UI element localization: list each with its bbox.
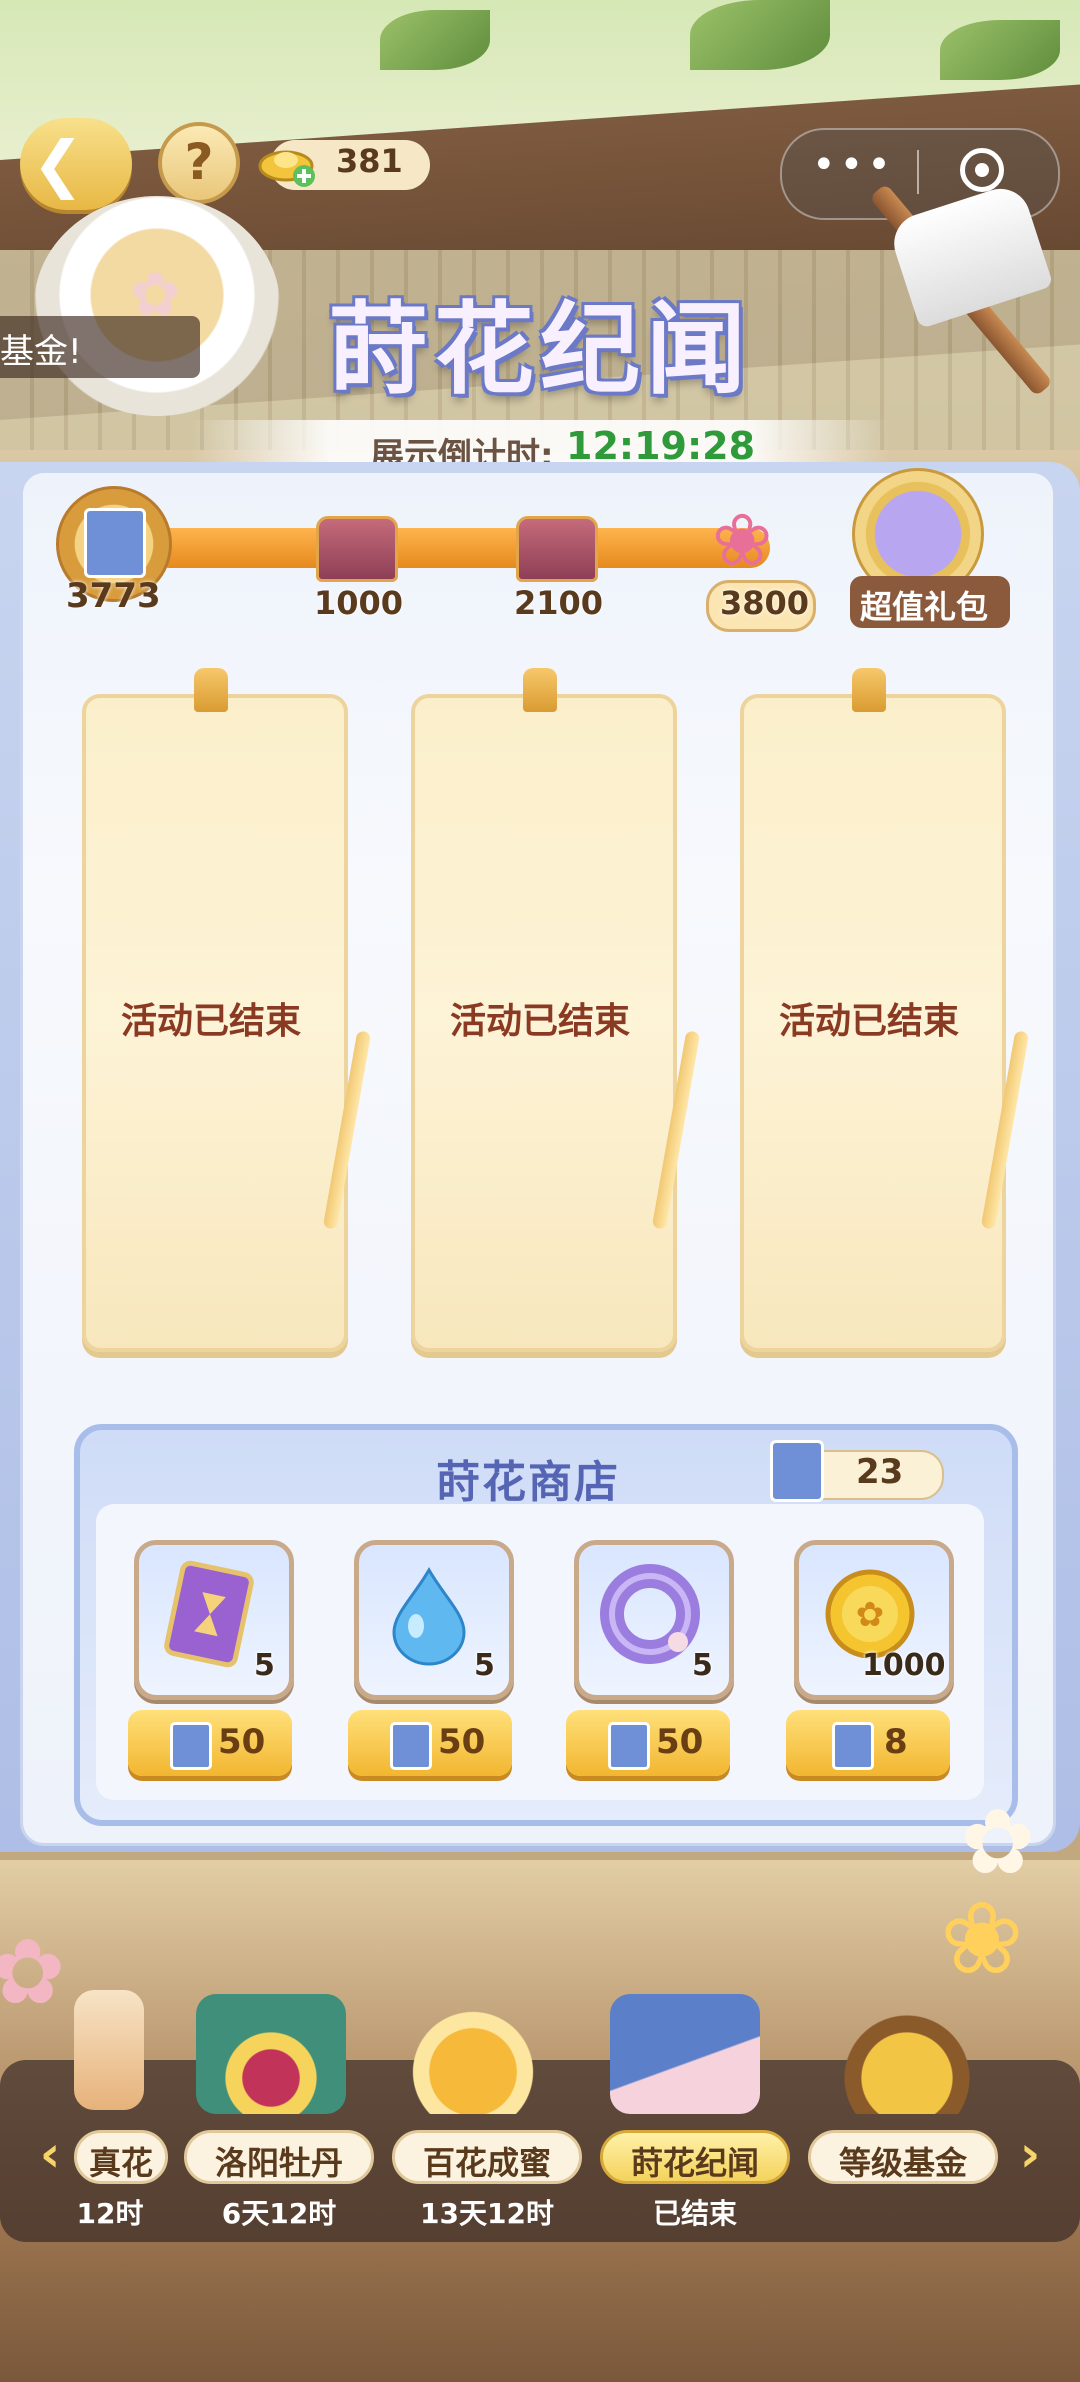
nav-tab-label: 洛阳牡丹 — [214, 2144, 343, 2182]
gold-ingot-add-icon[interactable] — [258, 140, 318, 188]
book-currency-icon — [770, 1440, 824, 1502]
item-quantity: 5 — [474, 1648, 495, 1683]
capsule-divider — [917, 150, 919, 194]
flower-decoration: ❀ — [940, 1880, 1024, 1997]
card-status-text: 活动已结束 — [120, 1001, 301, 1042]
nav-left-arrow-icon[interactable]: ‹ — [32, 2124, 68, 2184]
peony-pavilion-art — [196, 1994, 346, 2114]
progress-fill — [150, 528, 770, 568]
points-count: 3773 — [66, 576, 161, 616]
item-price: 50 — [438, 1722, 486, 1762]
shop-title: 莳花商店 — [436, 1457, 620, 1508]
item-price: 50 — [656, 1722, 704, 1762]
item-price: 50 — [218, 1722, 266, 1762]
nav-tab-timer: 6天12时 — [221, 2197, 337, 2230]
water-drop-icon — [392, 1566, 466, 1666]
card-clip-icon — [523, 668, 557, 712]
more-menu-icon[interactable]: ••• — [812, 142, 895, 188]
item-quantity: 5 — [254, 1648, 275, 1683]
item-quantity: 5 — [692, 1648, 713, 1683]
card-clip-icon — [852, 668, 886, 712]
honey-jar-art — [398, 1994, 548, 2114]
coin-treasure-art — [832, 1994, 982, 2114]
book-currency-icon — [832, 1722, 874, 1770]
card-status-text: 活动已结束 — [449, 1001, 630, 1042]
book-currency-icon — [390, 1722, 432, 1770]
book-brush-art — [610, 1994, 760, 2114]
leaf-decoration — [940, 20, 1060, 80]
milestone-value: 1000 — [314, 584, 404, 622]
nav-tab-timer: 已结束 — [652, 2197, 737, 2230]
purple-ring-icon — [600, 1564, 700, 1664]
milestone-value: 3800 — [720, 584, 810, 622]
item-quantity: 1000 — [862, 1648, 946, 1683]
svg-text:✿: ✿ — [856, 1595, 885, 1635]
book-currency-icon — [608, 1722, 650, 1770]
treasure-chest-icon[interactable] — [316, 516, 398, 582]
nav-tab-label: 百花成蜜 — [422, 2144, 551, 2182]
nav-tab-label: 真花 — [88, 2144, 153, 2182]
card-status-text: 活动已结束 — [778, 1001, 959, 1042]
book-currency-icon — [170, 1722, 212, 1770]
close-target-icon[interactable] — [960, 148, 1004, 192]
event-art — [74, 1990, 144, 2110]
gift-pack-label[interactable]: 超值礼包 — [860, 582, 988, 628]
milestone-value: 2100 — [514, 584, 604, 622]
coin-count: 381 — [336, 142, 403, 180]
nav-right-arrow-icon[interactable]: › — [1012, 2124, 1048, 2184]
nav-tab-label: 莳花纪闻 — [630, 2144, 759, 2182]
book-icon — [84, 508, 146, 578]
flower-pot-icon[interactable]: ❀ — [712, 498, 772, 582]
nav-tab-timer: 12时 — [76, 2197, 144, 2230]
page-title: 莳花纪闻 — [328, 291, 752, 408]
card-clip-icon — [194, 668, 228, 712]
hourglass-card-icon — [164, 1560, 254, 1668]
nav-tab-timer: 13天12时 — [420, 2197, 554, 2230]
treasure-chest-icon[interactable] — [516, 516, 598, 582]
shop-balance: 23 — [856, 1452, 904, 1492]
ticker-text: 基金! — [0, 332, 82, 372]
nav-tab-label: 等级基金 — [838, 2144, 967, 2182]
flower-decoration: ✿ — [0, 1920, 66, 2025]
leaf-decoration — [380, 10, 490, 70]
item-price: 8 — [884, 1722, 908, 1762]
help-button[interactable]: ? — [158, 122, 240, 204]
leaf-decoration — [690, 0, 830, 70]
back-arrow-icon: ❮ — [32, 127, 84, 200]
